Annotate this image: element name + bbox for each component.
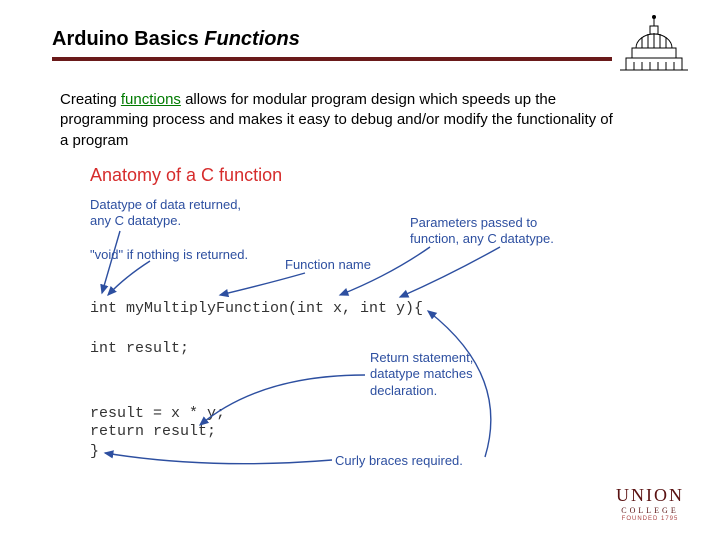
title-sub: Functions	[204, 28, 300, 50]
logo-line3: FOUNDED 1795	[616, 516, 684, 522]
slide-title: Arduino Basics Functions	[52, 28, 680, 57]
title-main: Arduino Basics	[52, 28, 204, 50]
label-return-type: Datatype of data returned, any C datatyp…	[90, 197, 241, 230]
logo-line2: COLLEGE	[616, 506, 684, 515]
code-declare: int result;	[90, 340, 189, 357]
label-void: "void" if nothing is returned.	[90, 247, 248, 263]
union-college-logo: UNION COLLEGE FOUNDED 1795	[616, 485, 684, 522]
code-return: return result;	[90, 423, 216, 440]
body-paragraph: Creating functions allows for modular pr…	[60, 90, 620, 151]
slide-header: Arduino Basics Functions	[52, 28, 680, 61]
label-function-name: Function name	[285, 257, 371, 273]
label-curly-braces: Curly braces required.	[335, 453, 463, 469]
diagram-title: Anatomy of a C function	[90, 165, 610, 186]
dome-icon	[618, 14, 690, 72]
title-rule	[52, 57, 612, 61]
code-multiply: result = x * y;	[90, 405, 225, 422]
code-brace-end: }	[90, 443, 99, 460]
label-parameters: Parameters passed to function, any C dat…	[410, 215, 554, 248]
label-return-stmt: Return statement, datatype matches decla…	[370, 350, 473, 399]
body-pre: Creating	[60, 91, 121, 108]
functions-link[interactable]: functions	[121, 91, 181, 108]
logo-line1: UNION	[616, 485, 684, 506]
code-signature: int myMultiplyFunction(int x, int y){	[90, 300, 423, 317]
function-anatomy-diagram: Anatomy of a C function Datatype of data…	[90, 165, 610, 485]
